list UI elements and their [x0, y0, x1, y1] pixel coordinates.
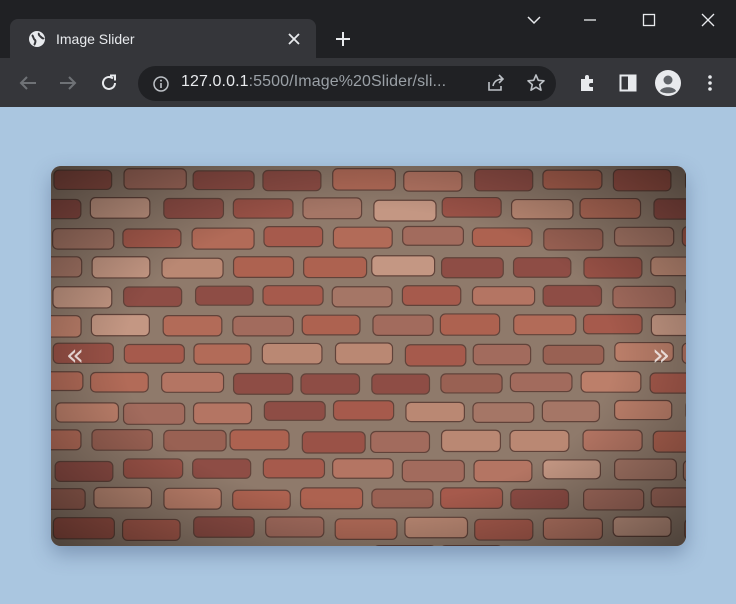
tab-close-icon[interactable]	[282, 27, 306, 51]
image-slider	[51, 166, 686, 546]
minimize-icon[interactable]	[575, 8, 605, 32]
tab-title: Image Slider	[56, 30, 135, 47]
profile-avatar-icon[interactable]	[655, 70, 681, 96]
side-panel-icon[interactable]	[615, 70, 641, 96]
slider-next-arrow[interactable]: »	[646, 336, 676, 376]
reload-icon[interactable]	[95, 69, 123, 97]
brick-wall-image	[51, 166, 686, 546]
url-host: 127.0.0.1	[181, 73, 249, 90]
browser-tab[interactable]: Image Slider	[10, 19, 316, 58]
slider-prev-arrow[interactable]: «	[60, 336, 90, 376]
url-path: :5500/Image%20Slider/sli...	[248, 73, 447, 90]
forward-arrow-icon[interactable]	[54, 69, 82, 97]
globe-icon	[28, 30, 46, 48]
back-arrow-icon[interactable]	[14, 69, 42, 97]
maximize-icon[interactable]	[634, 8, 664, 32]
extensions-icon[interactable]	[574, 70, 600, 96]
site-info-icon[interactable]	[151, 74, 171, 94]
browser-titlebar: Image Slider	[0, 0, 736, 58]
tab-search-chevron-down-icon[interactable]	[519, 8, 549, 32]
bookmark-star-icon[interactable]	[524, 71, 548, 95]
share-icon[interactable]	[484, 71, 508, 95]
window-close-icon[interactable]	[693, 8, 723, 32]
address-url[interactable]: 127.0.0.1:5500/Image%20Slider/sli...	[181, 73, 446, 91]
more-menu-icon[interactable]	[697, 70, 723, 96]
new-tab-plus-icon[interactable]	[328, 24, 358, 54]
